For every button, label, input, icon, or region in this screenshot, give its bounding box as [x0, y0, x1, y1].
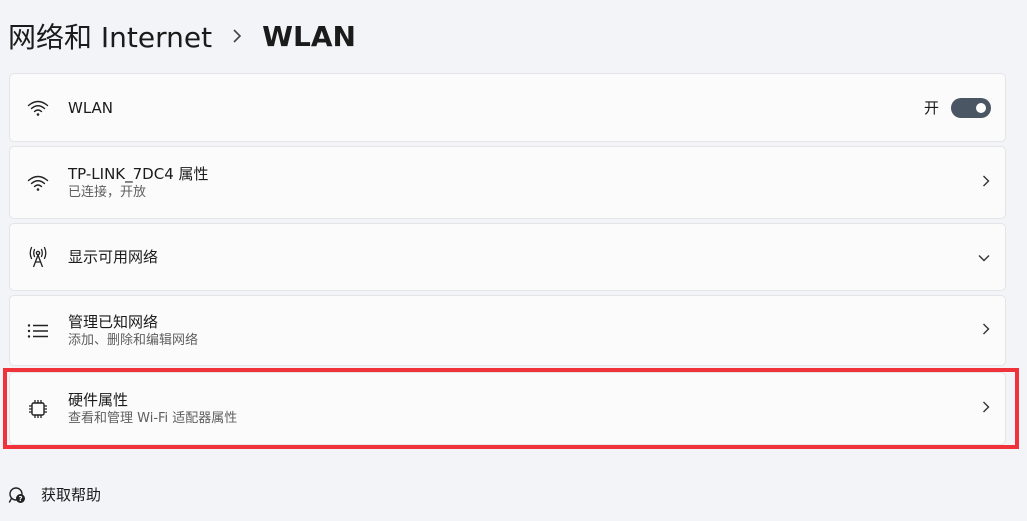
wlan-toggle-switch[interactable] [951, 97, 991, 118]
network-status: 已连接，开放 [68, 184, 147, 200]
help-icon: ? [8, 486, 26, 504]
wifi-icon [27, 97, 49, 119]
antenna-icon [27, 246, 49, 268]
hardware-title: 硬件属性 [68, 390, 129, 409]
toggle-knob [976, 102, 986, 113]
chevron-right-icon [981, 173, 991, 192]
chevron-right-icon [228, 27, 246, 45]
wlan-toggle-card: WLAN 开 [9, 73, 1006, 142]
chevron-right-icon [981, 321, 991, 340]
svg-text:?: ? [18, 495, 22, 503]
breadcrumb-parent[interactable]: 网络和 Internet [8, 16, 212, 56]
chevron-down-icon [977, 248, 991, 267]
available-networks-title: 显示可用网络 [68, 248, 159, 266]
available-networks-card[interactable]: 显示可用网络 [9, 223, 1006, 291]
hardware-properties-card[interactable]: 硬件属性 查看和管理 Wi-Fi 适配器属性 [9, 372, 1006, 445]
toggle-state-label: 开 [923, 99, 939, 117]
network-properties-card[interactable]: TP-LINK_7DC4 属性 已连接，开放 [9, 146, 1006, 219]
breadcrumb: 网络和 Internet WLAN [8, 14, 356, 58]
list-icon [27, 320, 49, 342]
chip-icon [27, 398, 49, 420]
hardware-description: 查看和管理 Wi-Fi 适配器属性 [68, 410, 238, 426]
wifi-icon [27, 172, 49, 194]
chevron-right-icon [981, 399, 991, 418]
wlan-title: WLAN [68, 98, 114, 117]
known-networks-description: 添加、删除和编辑网络 [68, 332, 199, 348]
known-networks-title: 管理已知网络 [68, 312, 159, 331]
network-title: TP-LINK_7DC4 属性 [68, 164, 209, 183]
help-label: 获取帮助 [41, 486, 102, 504]
known-networks-card[interactable]: 管理已知网络 添加、删除和编辑网络 [9, 295, 1006, 366]
page-title: WLAN [262, 19, 356, 53]
get-help-link[interactable]: ? 获取帮助 [8, 484, 101, 505]
